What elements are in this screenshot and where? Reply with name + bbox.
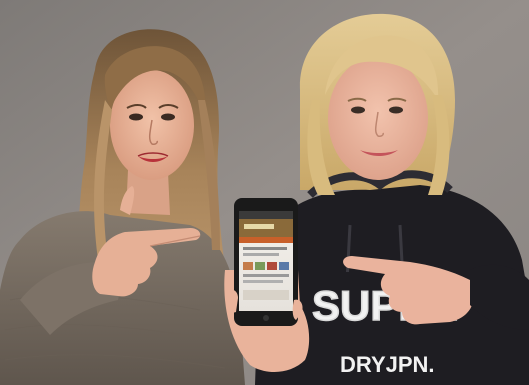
- app-status-bar: [239, 211, 293, 219]
- hoodie-print-bottom: DRYJPN.: [340, 352, 435, 377]
- right-face: [328, 56, 428, 180]
- app-accent-bar: [239, 237, 293, 243]
- left-eye: [129, 113, 143, 121]
- photo: SUPER DRYJPN.: [0, 0, 529, 385]
- right-eye: [161, 113, 175, 121]
- photo-stage: SUPER DRYJPN.: [0, 0, 529, 385]
- phone-home-button: [263, 315, 269, 321]
